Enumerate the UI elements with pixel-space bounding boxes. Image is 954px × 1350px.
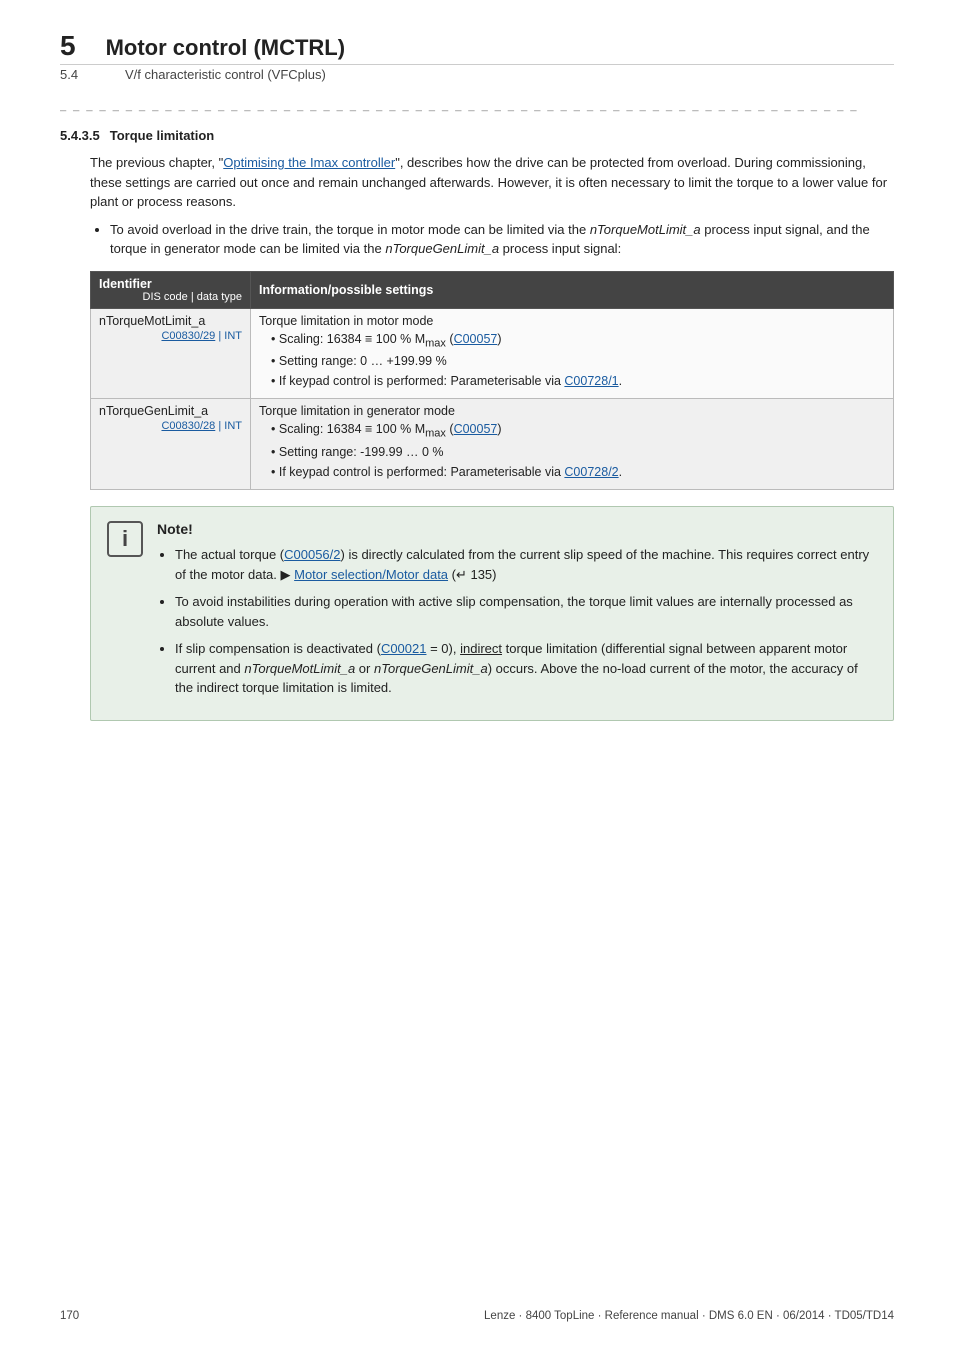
note-box: i Note! The actual torque (C00056/2) is … [90,506,894,721]
note-bullet-item-1: The actual torque (C00056/2) is directly… [175,545,877,584]
info-cell-1: Torque limitation in motor mode Scaling:… [251,308,894,399]
info-icon: i [107,521,143,557]
sub-chapter-number: 5.4 [60,67,95,82]
c00021-link[interactable]: C00021 [381,641,427,656]
sub-bullet-list-1: Scaling: 16384 ≡ 100 % Mmax (C00057) Set… [271,331,885,391]
id-code-1: C00830/29 | INT [99,330,242,342]
table-header-row: Identifier DIS code | data type Informat… [91,271,894,308]
info-title-2: Torque limitation in generator mode [259,404,455,418]
c00728-2-link[interactable]: C00728/2 [564,465,618,479]
section-title: Torque limitation [110,128,214,143]
section-body: The previous chapter, "Optimising the Im… [90,153,894,721]
doc-info: Lenze · 8400 TopLine · Reference manual … [484,1310,894,1322]
page-number: 170 [60,1310,79,1322]
intro-paragraph: The previous chapter, "Optimising the Im… [90,153,894,212]
motor-selection-link[interactable]: Motor selection/Motor data [294,567,448,582]
c00057-link-2[interactable]: C00057 [454,422,498,436]
note-bullet-list: The actual torque (C00056/2) is directly… [175,545,877,698]
sub-bullet-item: If keypad control is performed: Paramete… [271,464,885,482]
c00830-29-link[interactable]: C00830/29 [161,330,215,342]
parameter-table: Identifier DIS code | data type Informat… [90,271,894,491]
id-name-2: nTorqueGenLimit_a [99,404,242,418]
sub-bullet-list-2: Scaling: 16384 ≡ 100 % Mmax (C00057) Set… [271,421,885,481]
col-identifier-header: Identifier DIS code | data type [91,271,251,308]
chapter-number: 5 [60,30,76,62]
c00057-link-1[interactable]: C00057 [454,332,498,346]
table-row: nTorqueMotLimit_a C00830/29 | INT Torque… [91,308,894,399]
c00056-2-link[interactable]: C00056/2 [284,547,340,562]
note-bullet-item-2: To avoid instabilities during operation … [175,592,877,631]
chapter-title: Motor control (MCTRL) [106,35,346,61]
id-name-1: nTorqueMotLimit_a [99,314,242,328]
info-title-1: Torque limitation in motor mode [259,314,433,328]
c00728-1-link[interactable]: C00728/1 [564,374,618,388]
note-content: Note! The actual torque (C00056/2) is di… [157,521,877,706]
section-divider: _ _ _ _ _ _ _ _ _ _ _ _ _ _ _ _ _ _ _ _ … [60,100,894,112]
page-footer: 170 Lenze · 8400 TopLine · Reference man… [60,1310,894,1322]
sub-bullet-item: If keypad control is performed: Paramete… [271,373,885,391]
identifier-cell-2: nTorqueGenLimit_a C00830/28 | INT [91,399,251,490]
note-bullet-item-3: If slip compensation is deactivated (C00… [175,639,877,698]
info-cell-2: Torque limitation in generator mode Scal… [251,399,894,490]
sub-bullet-item: Scaling: 16384 ≡ 100 % Mmax (C00057) [271,421,885,442]
col-info-header: Information/possible settings [251,271,894,308]
sub-bullet-item: Setting range: -199.99 … 0 % [271,444,885,462]
note-title: Note! [157,521,877,537]
page-header: 5 Motor control (MCTRL) 5.4 V/f characte… [60,30,894,82]
c00830-28-link[interactable]: C00830/28 [161,420,215,432]
imax-controller-link[interactable]: Optimising the Imax controller [223,155,395,170]
intro-bullet-list: To avoid overload in the drive train, th… [110,220,894,259]
intro-bullet-item: To avoid overload in the drive train, th… [110,220,894,259]
col-identifier-sub: DIS code | data type [99,291,242,303]
sub-bullet-item: Scaling: 16384 ≡ 100 % Mmax (C00057) [271,331,885,352]
sub-bullet-item: Setting range: 0 … +199.99 % [271,353,885,371]
sub-chapter-title: V/f characteristic control (VFCplus) [125,67,326,82]
section-heading: 5.4.3.5 Torque limitation [60,128,894,143]
id-code-2: C00830/28 | INT [99,420,242,432]
identifier-cell-1: nTorqueMotLimit_a C00830/29 | INT [91,308,251,399]
table-row: nTorqueGenLimit_a C00830/28 | INT Torque… [91,399,894,490]
chapter-line: 5 Motor control (MCTRL) [60,30,894,65]
section-number: 5.4.3.5 [60,128,100,143]
sub-chapter-line: 5.4 V/f characteristic control (VFCplus) [60,67,894,82]
